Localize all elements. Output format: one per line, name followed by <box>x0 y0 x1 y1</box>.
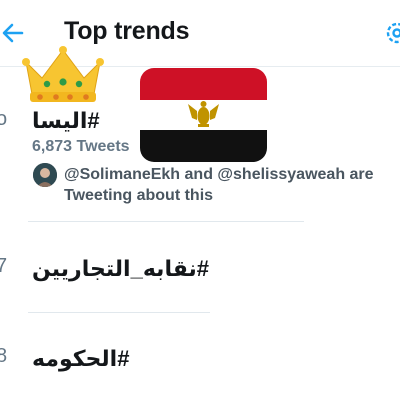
divider <box>28 221 304 222</box>
gear-icon <box>386 22 400 44</box>
trend-rank: o <box>0 108 8 130</box>
trend-name: #اليسا <box>32 108 100 133</box>
trend-context: @SolimaneEkh and @shelissyaweah are Twee… <box>64 166 374 204</box>
tweet-count: 6,873 Tweets <box>32 138 130 155</box>
divider <box>28 312 210 313</box>
trend-name: #الحكومه <box>32 346 130 371</box>
avatar <box>33 163 57 187</box>
trend-rank: 8 <box>0 345 8 367</box>
egypt-flag-icon <box>140 68 267 162</box>
settings-button[interactable] <box>382 18 400 48</box>
trend-rank: 7 <box>0 255 8 277</box>
trend-name: #نقابه_التجاريين <box>32 256 210 281</box>
avatar-image <box>33 163 57 187</box>
crown-icon <box>22 46 104 102</box>
